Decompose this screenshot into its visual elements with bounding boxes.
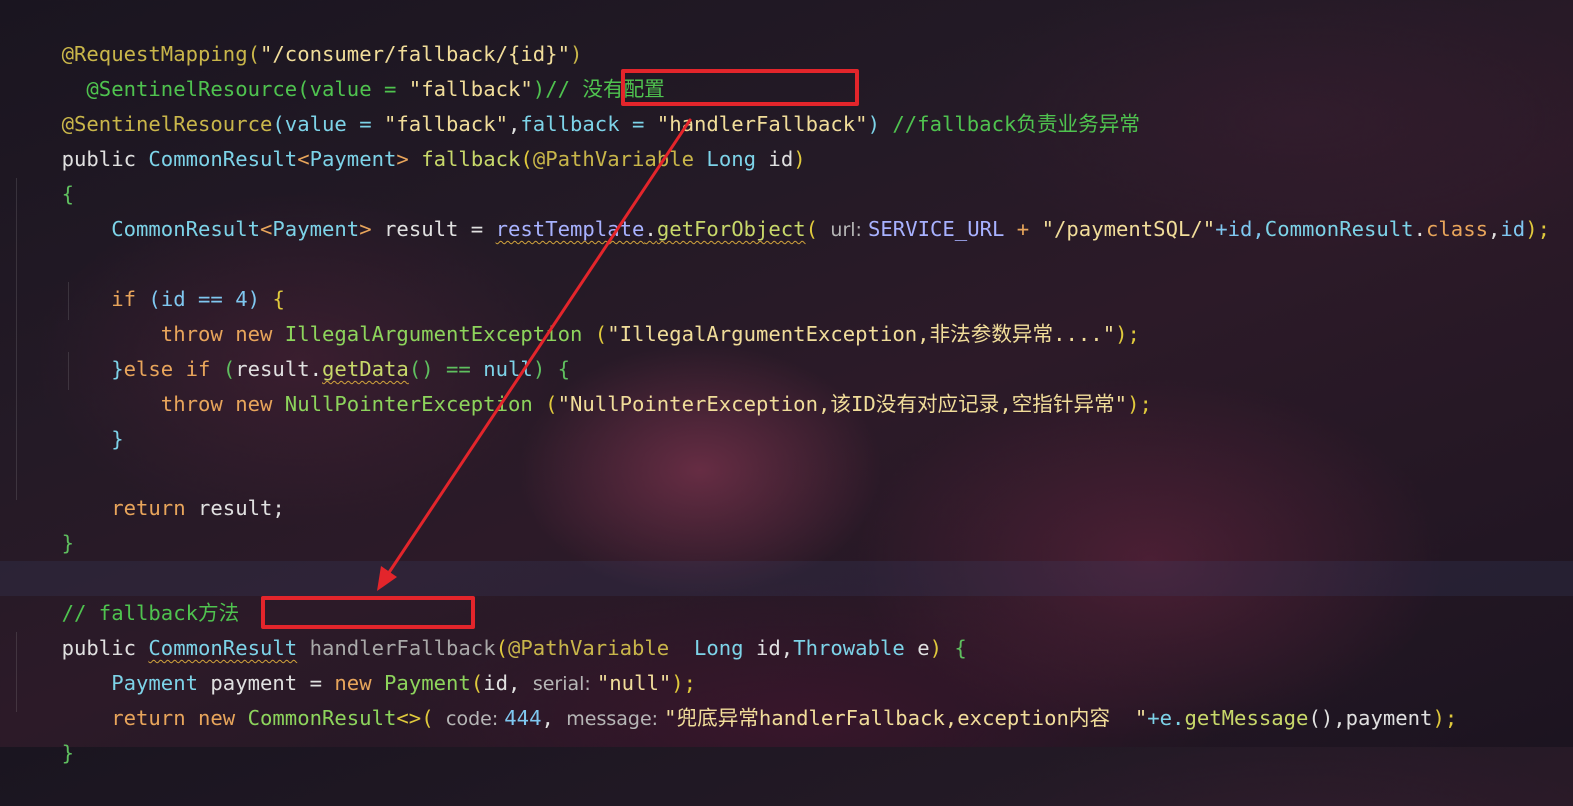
code-editor[interactable]: @RequestMapping("/consumer/fallback/{id}… [0,0,1573,765]
red-arrow-icon [377,118,692,591]
